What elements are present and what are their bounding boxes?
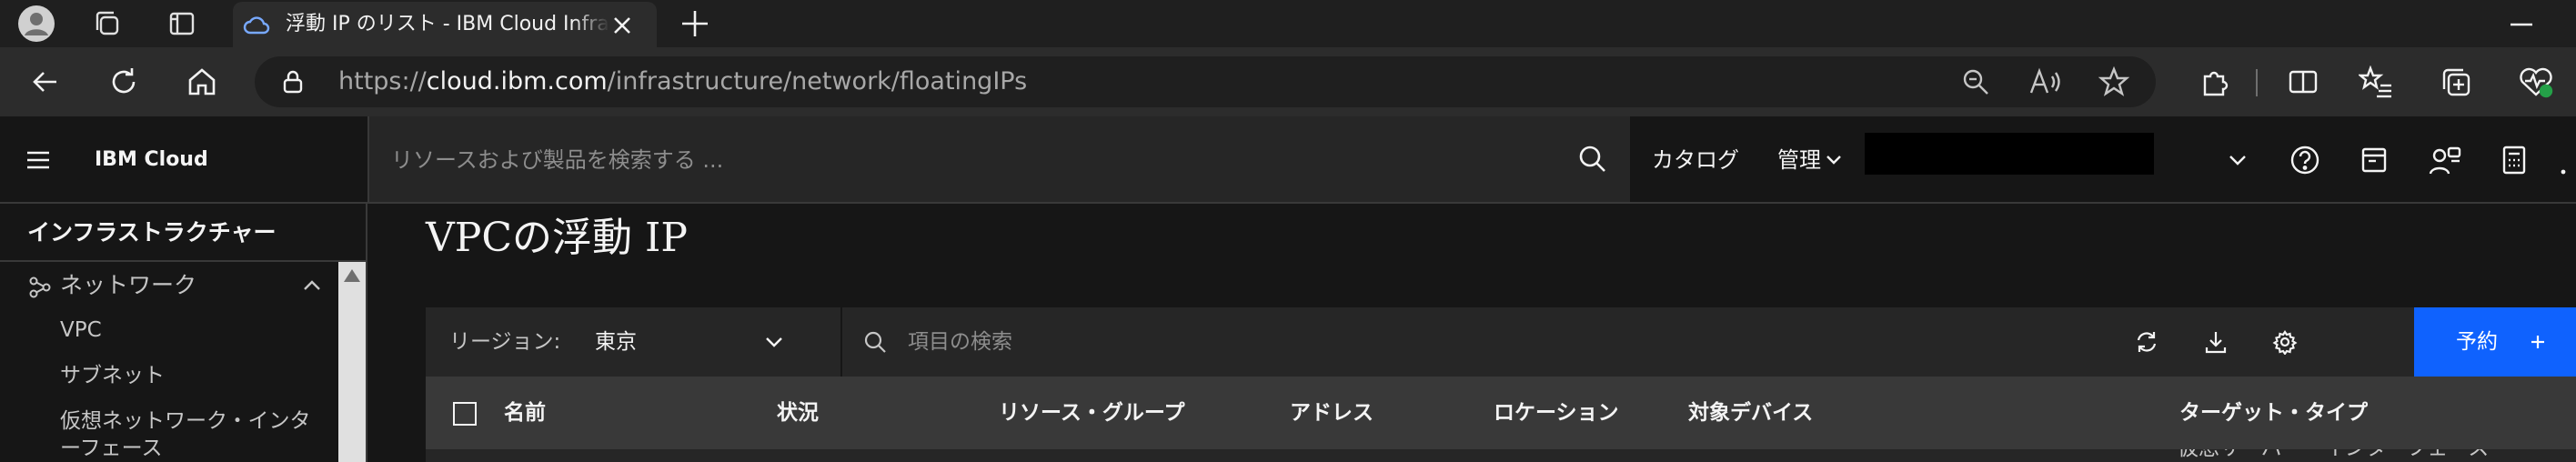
ibm-cloud-favicon-icon (242, 11, 271, 40)
region-dropdown[interactable]: 東京 (595, 307, 837, 377)
table-header-row: 名前 状況 リソース・グループ アドレス ロケーション 対象デバイス ターゲット… (426, 377, 2576, 449)
network-icon (27, 275, 53, 300)
url-text[interactable]: https://cloud.ibm.com/infrastructure/net… (338, 67, 1027, 96)
chevron-down-icon[interactable] (1825, 153, 1843, 167)
hamburger-menu-icon[interactable] (20, 142, 56, 178)
ibm-cloud-logo[interactable]: IBM Cloud (95, 144, 208, 176)
url-bar[interactable]: https://cloud.ibm.com/infrastructure/net… (255, 56, 2156, 107)
table-cell-target-type: 仮想サーバー・インターフェース (2178, 449, 2489, 462)
active-browser-tab[interactable]: 浮動 IP のリスト - IBM Cloud Infrastructure (233, 2, 657, 47)
account-switcher[interactable] (1865, 133, 2154, 175)
table-row[interactable]: 仮想サーバー・インターフェース (426, 449, 2576, 462)
zoom-out-icon[interactable] (1959, 65, 1992, 98)
back-icon[interactable] (25, 62, 65, 102)
main-content: VPCの浮動 IP リージョン: 東京 項目の検索 予約 名前 状況 リソース・… (367, 204, 2576, 462)
collections-icon[interactable] (2434, 60, 2478, 104)
column-header-target-device[interactable]: 対象デバイス (1688, 395, 1813, 431)
tab-title: 浮動 IP のリスト - IBM Cloud Infrastructure (286, 11, 609, 38)
close-tab-icon[interactable] (608, 11, 637, 40)
browser-essentials-icon[interactable] (2514, 60, 2558, 104)
refresh-icon[interactable] (104, 62, 144, 102)
scroll-up-arrow-icon[interactable] (342, 267, 362, 284)
chevron-up-icon[interactable] (302, 278, 322, 293)
global-search-input[interactable]: リソースおよび製品を検索する ... (367, 116, 1630, 202)
cost-estimator-icon[interactable] (2354, 140, 2394, 180)
side-nav-title: インフラストラクチャー (27, 219, 277, 246)
extensions-icon[interactable] (2192, 60, 2236, 104)
workspaces-icon[interactable] (87, 4, 127, 44)
column-header-resource-group[interactable]: リソース・グループ (999, 395, 1184, 431)
profile-avatar-icon[interactable] (16, 4, 56, 44)
sidebar-item-subnets[interactable]: サブネット (60, 362, 333, 389)
url-prefix: https:// (338, 67, 427, 95)
add-icon (2527, 331, 2549, 353)
region-label: リージョン: (449, 330, 561, 354)
global-search-placeholder: リソースおよび製品を検索する ... (391, 147, 724, 173)
select-all-checkbox[interactable] (453, 402, 477, 426)
home-icon[interactable] (182, 62, 222, 102)
side-nav-header: インフラストラクチャー (0, 204, 366, 262)
url-path: /infrastructure/network/floatingIPs (607, 67, 1028, 95)
help-icon[interactable] (2285, 140, 2325, 180)
url-host: cloud.ibm.com (426, 67, 608, 95)
account-chevron-down-icon[interactable] (2227, 153, 2249, 169)
browser-tab-strip: 浮動 IP のリスト - IBM Cloud Infrastructure (0, 0, 2576, 47)
favorites-list-icon[interactable] (2354, 60, 2398, 104)
table-search-input[interactable]: 項目の検索 (842, 307, 2098, 377)
column-header-address[interactable]: アドレス (1290, 395, 1374, 431)
lock-icon[interactable] (280, 69, 306, 95)
side-nav-scrollbar[interactable] (338, 262, 366, 462)
column-header-location[interactable]: ロケーション (1494, 395, 1619, 431)
refresh-table-icon[interactable] (2112, 307, 2181, 377)
column-header-status[interactable]: 状況 (777, 395, 819, 431)
toolbar-divider (2256, 69, 2258, 96)
tab-actions-icon[interactable] (162, 4, 202, 44)
sidebar-item-virtual-network-interfaces[interactable]: 仮想ネットワーク・インターフェース (60, 407, 324, 462)
user-access-icon[interactable] (2425, 140, 2465, 180)
favorite-star-icon[interactable] (2098, 65, 2130, 98)
download-icon[interactable] (2181, 307, 2250, 377)
settings-gear-icon[interactable] (2250, 307, 2319, 377)
sidebar-item-vpc[interactable]: VPC (60, 316, 333, 344)
column-header-target-type[interactable]: ターゲット・タイプ (2179, 395, 2368, 431)
search-icon[interactable] (1575, 142, 1610, 176)
table-search-icon (862, 329, 888, 355)
new-tab-icon[interactable] (677, 5, 713, 42)
manage-menu[interactable]: 管理 (1777, 144, 1821, 176)
ibm-cloud-header: IBM Cloud リソースおよび製品を検索する ... カタログ 管理 (0, 116, 2576, 204)
split-screen-icon[interactable] (2281, 60, 2325, 104)
catalog-link[interactable]: カタログ (1652, 144, 1739, 176)
page-title: VPCの浮動 IP (426, 215, 689, 261)
calculator-icon[interactable] (2494, 140, 2534, 180)
read-aloud-icon[interactable] (2028, 65, 2061, 98)
table-search-placeholder: 項目の検索 (908, 330, 1012, 354)
column-header-name[interactable]: 名前 (504, 395, 546, 431)
table-toolbar: リージョン: 東京 項目の検索 予約 (426, 307, 2576, 377)
sidebar-item-network-label: ネットワーク (60, 272, 197, 298)
overflow-menu-icon[interactable] (2551, 140, 2576, 180)
minimize-window-icon[interactable] (2503, 5, 2540, 42)
reserve-button[interactable]: 予約 (2414, 307, 2576, 377)
side-navigation: インフラストラクチャー ネットワーク VPC サブネット 仮想ネットワーク・イン… (0, 204, 367, 462)
sidebar-item-network[interactable]: ネットワーク (0, 262, 338, 309)
reserve-button-label: 予約 (2456, 330, 2498, 354)
region-chevron-down-icon[interactable] (764, 335, 784, 349)
region-value: 東京 (595, 330, 637, 354)
browser-address-bar: https://cloud.ibm.com/infrastructure/net… (0, 47, 2576, 116)
